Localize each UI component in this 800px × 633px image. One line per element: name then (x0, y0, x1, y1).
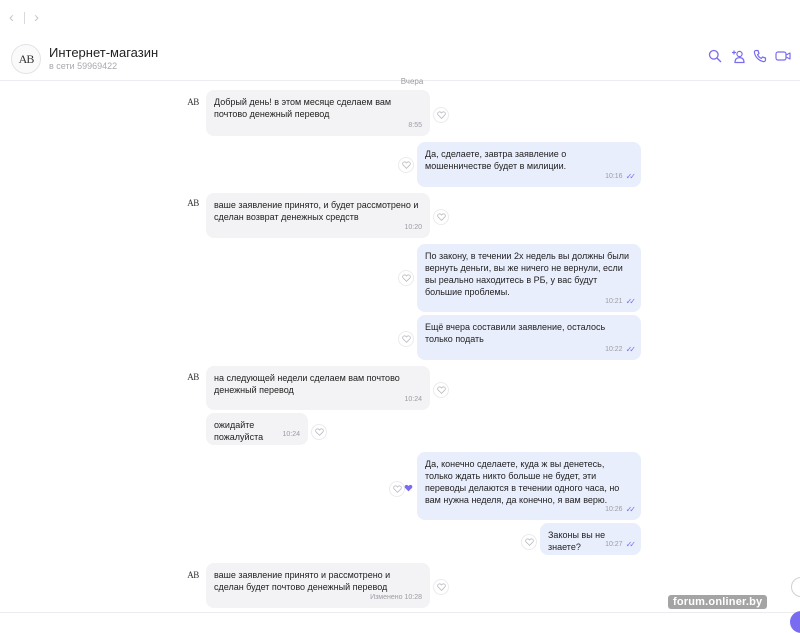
like-button[interactable] (433, 209, 449, 225)
heart-icon (436, 583, 446, 591)
message-time: 10:27 (605, 541, 623, 548)
heart-icon (436, 111, 446, 119)
message-text: ваше заявление принято и рассмотрено и с… (214, 570, 391, 592)
heart-icon (392, 485, 402, 493)
avatar[interactable]: AB (11, 44, 41, 74)
message-text: Да, конечно сделаете, куда ж вы денетесь… (425, 459, 620, 505)
incoming-message[interactable]: на следующей недели сделаем вам почтово … (206, 366, 430, 410)
message-text: ваше заявление принято, и будет рассмотр… (214, 200, 419, 222)
outgoing-message[interactable]: Да, конечно сделаете, куда ж вы денетесь… (417, 452, 641, 520)
message-text: По закону, в течении 2х недель вы должны… (425, 251, 630, 297)
compose-bar[interactable] (0, 612, 800, 625)
like-button[interactable] (389, 481, 405, 497)
scroll-to-bottom-button[interactable] (791, 577, 800, 597)
outgoing-message[interactable]: Законы вы не знаете? 10:27 ✓✓ (540, 523, 641, 555)
message-text: на следующей недели сделаем вам почтово … (214, 373, 400, 395)
sender-avatar[interactable]: AB (184, 566, 202, 584)
like-button[interactable] (311, 424, 327, 440)
outgoing-message[interactable]: Да, сделаете, завтра заявление о мошенни… (417, 142, 641, 187)
double-check-icon: ✓✓ (625, 172, 637, 181)
add-user-icon[interactable] (731, 49, 746, 64)
double-check-icon: ✓✓ (625, 297, 637, 306)
incoming-message[interactable]: ваше заявление принято и рассмотрено и с… (206, 563, 430, 608)
message-time: Изменено 10:28 (370, 594, 422, 601)
message-time: 10:24 (404, 396, 422, 403)
phone-icon[interactable] (753, 49, 767, 63)
incoming-message[interactable]: ваше заявление принято, и будет рассмотр… (206, 193, 430, 238)
message-time: 10:26 (605, 506, 623, 513)
like-button[interactable] (398, 331, 414, 347)
date-separator: Вчера (400, 77, 424, 86)
chat-header: AB Интернет-магазин в сети 59969422 (0, 36, 800, 81)
heart-icon (436, 386, 446, 394)
outgoing-message[interactable]: По закону, в течении 2х недель вы должны… (417, 244, 641, 312)
search-icon[interactable] (708, 49, 722, 63)
like-button[interactable] (433, 107, 449, 123)
message-time: 10:20 (404, 224, 422, 231)
like-button[interactable] (433, 382, 449, 398)
heart-icon (436, 213, 446, 221)
heart-icon (401, 161, 411, 169)
double-check-icon: ✓✓ (625, 345, 637, 354)
heart-icon (401, 335, 411, 343)
chat-title[interactable]: Интернет-магазин (49, 45, 158, 60)
like-button[interactable] (521, 534, 537, 550)
message-text: Да, сделаете, завтра заявление о мошенни… (425, 149, 567, 171)
message-text: Ещё вчера составили заявление, осталось … (425, 322, 606, 344)
watermark: forum.onliner.by (668, 595, 768, 609)
incoming-message[interactable]: Добрый день! в этом месяце сделаем вам п… (206, 90, 430, 136)
message-time: 10:16 (605, 173, 623, 180)
message-time: 10:22 (605, 346, 623, 353)
incoming-message[interactable]: ожидайте пожалуйста 10:24 (206, 413, 308, 445)
sender-avatar[interactable]: AB (184, 93, 202, 111)
message-text: Добрый день! в этом месяце сделаем вам п… (214, 97, 392, 119)
heart-icon (404, 484, 413, 492)
chevron-right-icon[interactable]: › (34, 10, 39, 26)
message-time: 10:24 (282, 431, 300, 438)
like-button[interactable] (433, 579, 449, 595)
chevron-left-icon[interactable]: ‹ (9, 10, 14, 26)
message-time: 10:21 (605, 298, 623, 305)
chat-status: в сети 59969422 (49, 61, 118, 71)
heart-icon (524, 538, 534, 546)
heart-icon (314, 428, 324, 436)
send-button[interactable] (790, 611, 800, 633)
like-button[interactable] (398, 157, 414, 173)
message-time: 8:55 (408, 122, 422, 129)
double-check-icon: ✓✓ (625, 540, 637, 549)
double-check-icon: ✓✓ (625, 505, 637, 514)
top-navigation-bar: ‹ › (0, 0, 800, 37)
nav-divider (24, 12, 25, 24)
sender-avatar[interactable]: AB (184, 368, 202, 386)
like-button[interactable] (398, 270, 414, 286)
outgoing-message[interactable]: Ещё вчера составили заявление, осталось … (417, 315, 641, 360)
sender-avatar[interactable]: AB (184, 194, 202, 212)
heart-icon (401, 274, 411, 282)
video-icon[interactable] (775, 49, 791, 63)
